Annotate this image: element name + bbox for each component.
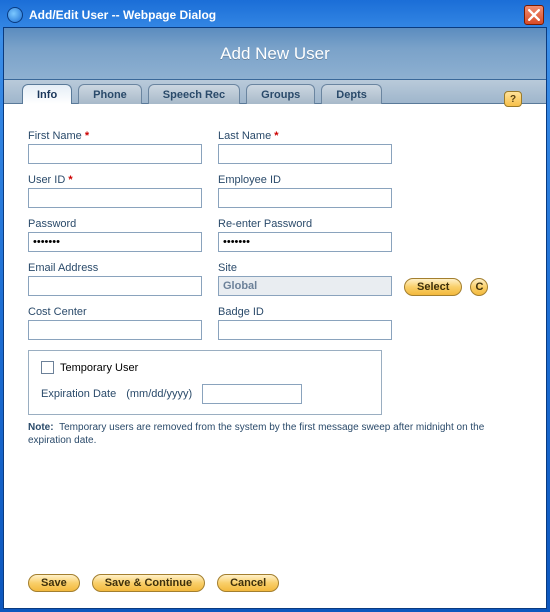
dialog-window: Add/Edit User -- Webpage Dialog Add New … bbox=[0, 0, 550, 612]
temporary-user-label: Temporary User bbox=[60, 362, 138, 374]
dialog-body: Add New User Info Phone Speech Rec Group… bbox=[3, 27, 547, 609]
tab-phone[interactable]: Phone bbox=[78, 84, 142, 104]
clear-button[interactable]: C bbox=[470, 278, 488, 296]
expiration-date-hint: (mm/dd/yyyy) bbox=[126, 388, 192, 400]
last-name-input[interactable] bbox=[218, 144, 392, 164]
user-id-label: User ID * bbox=[28, 174, 210, 186]
badge-id-input[interactable] bbox=[218, 320, 392, 340]
user-id-input[interactable] bbox=[28, 188, 202, 208]
save-button[interactable]: Save bbox=[28, 574, 80, 592]
tab-info[interactable]: Info bbox=[22, 84, 72, 104]
title-bar: Add/Edit User -- Webpage Dialog bbox=[3, 3, 547, 27]
badge-id-label: Badge ID bbox=[218, 306, 400, 318]
expiration-date-label: Expiration Date bbox=[41, 388, 116, 400]
last-name-label: Last Name * bbox=[218, 130, 400, 142]
cancel-button[interactable]: Cancel bbox=[217, 574, 279, 592]
tab-groups[interactable]: Groups bbox=[246, 84, 315, 104]
first-name-input[interactable] bbox=[28, 144, 202, 164]
site-input bbox=[218, 276, 392, 296]
footer-buttons: Save Save & Continue Cancel bbox=[28, 574, 279, 592]
select-button[interactable]: Select bbox=[404, 278, 462, 296]
form-grid: First Name * Last Name * User ID * Emplo bbox=[28, 130, 522, 447]
email-input[interactable] bbox=[28, 276, 202, 296]
tab-depts[interactable]: Depts bbox=[321, 84, 382, 104]
reenter-password-label: Re-enter Password bbox=[218, 218, 400, 230]
note-text: Note: Temporary users are removed from t… bbox=[28, 421, 508, 447]
expiration-date-input[interactable] bbox=[202, 384, 302, 404]
window-title: Add/Edit User -- Webpage Dialog bbox=[29, 8, 518, 22]
password-input[interactable] bbox=[28, 232, 202, 252]
save-continue-button[interactable]: Save & Continue bbox=[92, 574, 205, 592]
password-label: Password bbox=[28, 218, 210, 230]
ie-icon bbox=[7, 7, 23, 23]
tabs-row: Info Phone Speech Rec Groups Depts bbox=[4, 80, 546, 104]
close-button[interactable] bbox=[524, 5, 544, 25]
site-label: Site bbox=[218, 262, 400, 274]
temporary-user-fieldset: Temporary User Expiration Date (mm/dd/yy… bbox=[28, 350, 382, 415]
close-icon bbox=[528, 9, 540, 21]
cost-center-label: Cost Center bbox=[28, 306, 210, 318]
cost-center-input[interactable] bbox=[28, 320, 202, 340]
tab-speech-rec[interactable]: Speech Rec bbox=[148, 84, 240, 104]
reenter-password-input[interactable] bbox=[218, 232, 392, 252]
email-label: Email Address bbox=[28, 262, 210, 274]
first-name-label: First Name * bbox=[28, 130, 210, 142]
page-title: Add New User bbox=[220, 44, 330, 64]
header-band: Add New User bbox=[4, 28, 546, 80]
employee-id-label: Employee ID bbox=[218, 174, 400, 186]
help-button[interactable]: ? bbox=[504, 91, 522, 107]
temporary-user-checkbox[interactable] bbox=[41, 361, 54, 374]
tab-content: ? First Name * Last Name * User ID * bbox=[4, 104, 546, 608]
employee-id-input[interactable] bbox=[218, 188, 392, 208]
